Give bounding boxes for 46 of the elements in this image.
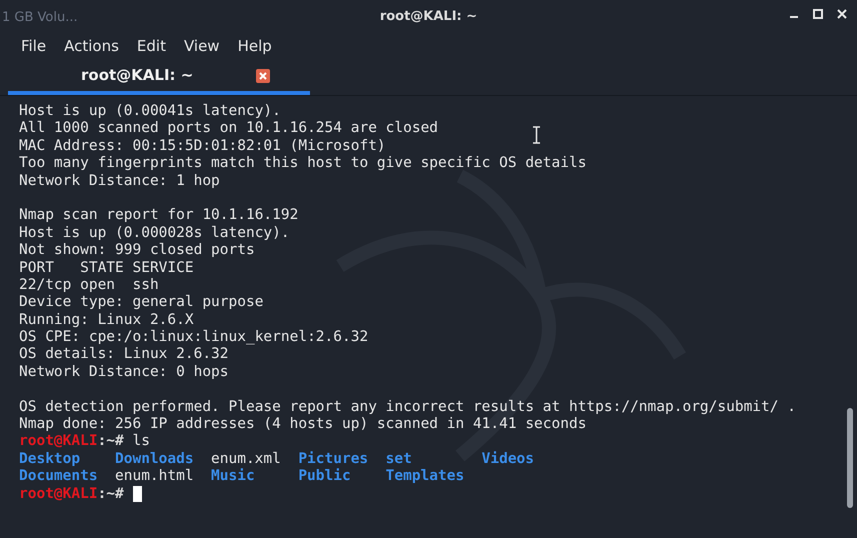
terminal-output-line: 22/tcp open ssh bbox=[19, 276, 159, 294]
prompt-user: root@KALI bbox=[19, 433, 98, 451]
terminal-output-line: Network Distance: 1 hop bbox=[19, 172, 220, 190]
scrollbar-thumb[interactable] bbox=[847, 408, 853, 508]
directory-name: Pictures bbox=[298, 450, 368, 467]
window-title: root@KALI: ~ bbox=[380, 8, 478, 26]
prompt-user: root@KALI bbox=[19, 486, 98, 503]
terminal-output-line: Nmap done: 256 IP addresses (4 hosts up) scanned in 41.41 seconds bbox=[19, 416, 586, 434]
terminal-output-line: Host is up (0.00041s latency). bbox=[19, 103, 281, 120]
terminal-output-line: Not shown: 999 closed ports bbox=[19, 242, 255, 260]
close-icon[interactable] bbox=[837, 9, 847, 19]
prompt-path: :~# bbox=[98, 486, 124, 503]
terminal-output-line: OS CPE: cpe:/o:linux:linux_kernel:2.6.32 bbox=[19, 329, 368, 346]
terminal-output-line: MAC Address: 00:15:5D:01:82:01 (Microsoft) bbox=[19, 138, 386, 156]
directory-name: Music bbox=[211, 468, 255, 484]
close-tab-icon[interactable] bbox=[256, 68, 270, 82]
terminal-output-line: Nmap scan report for 10.1.16.192 bbox=[19, 207, 298, 225]
command-text: ls bbox=[132, 433, 150, 451]
terminal-output-line: Host is up (0.000028s latency). bbox=[19, 224, 290, 242]
terminal-output-line: Device type: general purpose bbox=[19, 294, 264, 312]
file-name: enum.xml bbox=[211, 450, 281, 467]
menu-item[interactable]: Edit bbox=[136, 35, 166, 58]
terminal-output-line: OS details: Linux 2.6.32 bbox=[19, 346, 229, 364]
menu-item[interactable]: View bbox=[184, 35, 220, 58]
text-cursor-icon bbox=[532, 126, 541, 144]
terminal-output-line: PORT STATE SERVICE bbox=[19, 260, 194, 277]
menu-item[interactable]: Actions bbox=[64, 35, 119, 58]
terminal-output-line: Too many fingerprints match this host to give specific OS details bbox=[19, 155, 586, 173]
directory-name: Public bbox=[298, 468, 351, 484]
menu-item[interactable]: Help bbox=[238, 35, 272, 58]
file-name: enum.html bbox=[115, 468, 194, 484]
menu-item[interactable]: File bbox=[21, 35, 46, 58]
directory-name: Desktop bbox=[19, 450, 80, 467]
prompt-path: :~# bbox=[98, 433, 124, 451]
terminal-output-line: OS detection performed. Please report any incorrect results at https://nmap.org/submit/ . bbox=[19, 398, 796, 416]
terminal-output-line: Running: Linux 2.6.X bbox=[19, 312, 194, 330]
directory-name: Templates bbox=[386, 468, 464, 484]
directory-name: Documents bbox=[19, 468, 98, 484]
desktop-icon-label: 1 GB Volu... bbox=[2, 9, 78, 27]
terminal-output-line: Network Distance: 0 hops bbox=[19, 364, 229, 382]
terminal-output-line: All 1000 scanned ports on 10.1.16.254 are closed bbox=[19, 120, 438, 138]
directory-name: Downloads bbox=[115, 450, 194, 467]
maximize-icon[interactable] bbox=[813, 9, 823, 19]
directory-name: set bbox=[386, 450, 412, 467]
terminal-tab[interactable]: root@KALI: ~ bbox=[8, 60, 310, 95]
directory-name: Videos bbox=[482, 450, 534, 467]
